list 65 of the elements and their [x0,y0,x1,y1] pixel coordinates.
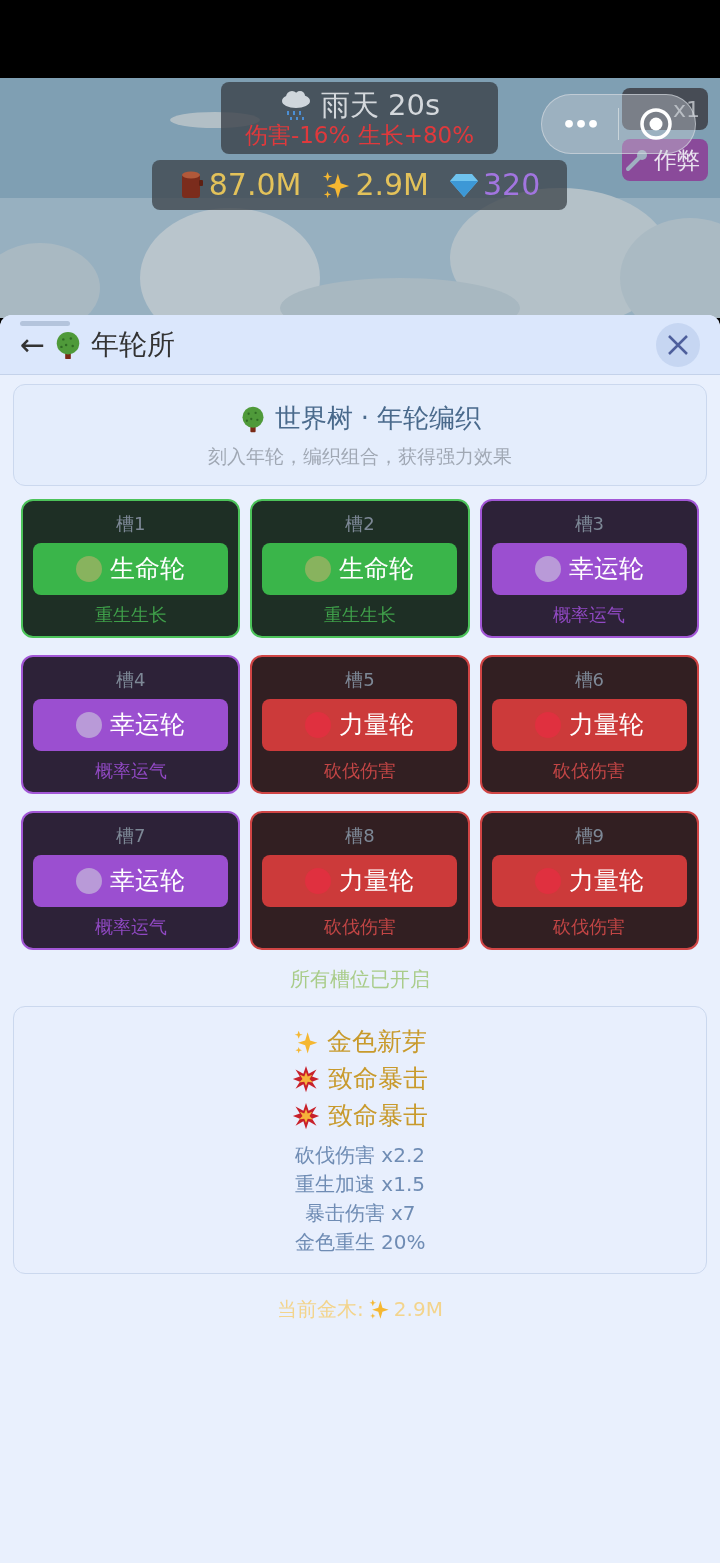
slot-card[interactable]: 槽8 力量轮 砍伐伤害 [250,811,470,950]
combo-name: 金色新芽 [327,1026,427,1059]
slot-effect: 砍伐伤害 [324,759,396,783]
ring-button[interactable]: 力量轮 [491,699,687,751]
slot-label: 槽1 [115,513,146,535]
slot-effect: 重生生长 [94,603,167,627]
stat-line: 砍伐伤害 x2.2 [295,1141,425,1169]
current-currency-label: 当前金木: [277,1296,364,1323]
slot-card[interactable]: 槽9 力量轮 砍伐伤害 [479,811,699,950]
slot-label: 槽7 [115,825,146,847]
ring-button[interactable]: 生命轮 [33,543,229,595]
slot-label: 槽2 [345,513,375,535]
slot-card[interactable]: 槽3 幸运轮 概率运气 [479,499,699,638]
wrench-icon [624,147,650,173]
current-currency-value: 2.9M [393,1296,443,1323]
burst-icon [292,1065,320,1093]
slot-card[interactable]: 槽5 力量轮 砍伐伤害 [250,655,470,794]
slot-effect: 砍伐伤害 [553,759,626,783]
cheat-button[interactable]: 作弊 [622,139,708,181]
stat-line: 暴击伤害 x7 [304,1199,416,1227]
slots-status: 所有槽位已开启 [289,966,431,993]
slot-effect: 概率运气 [94,915,167,939]
slot-label: 槽3 [574,513,605,535]
slot-label: 槽8 [345,825,375,847]
slot-label: 槽5 [345,669,375,691]
ring-button[interactable]: 力量轮 [262,855,458,907]
gem-icon [449,172,479,198]
panel-title: 年轮所 [91,326,176,363]
stat-line: 金色重生 20% [294,1228,426,1256]
slot-effect: 概率运气 [553,603,626,627]
close-button[interactable] [656,322,700,367]
resource-value: 320 [483,168,541,202]
intro-title: 世界树 · 年轮编织 [274,402,482,436]
slot-effect: 重生生长 [324,603,396,627]
slot-card[interactable]: 槽7 幸运轮 概率运气 [21,811,241,950]
ring-button[interactable]: 幸运轮 [33,855,229,907]
slot-label: 槽6 [574,669,605,691]
slot-card[interactable]: 槽1 生命轮 重生生长 [21,499,241,638]
resource-value: 87.0M [208,168,302,202]
back-button[interactable]: ← [20,329,46,360]
ring-button[interactable]: 力量轮 [491,855,687,907]
slot-card[interactable]: 槽4 幸运轮 概率运气 [21,655,241,794]
resource-value: 2.9M [355,168,429,202]
sparkle-icon [367,1298,390,1320]
slot-label: 槽4 [115,669,146,691]
burst-icon [292,1102,320,1130]
combo-name: 致命暴击 [328,1063,428,1096]
ring-button[interactable]: 力量轮 [262,699,458,751]
slot-effect: 砍伐伤害 [324,915,396,939]
slot-card[interactable]: 槽6 力量轮 砍伐伤害 [479,655,699,794]
slot-label: 槽9 [574,825,605,847]
slot-effect: 概率运气 [94,759,167,783]
weather-label: 雨天 20s [320,88,441,122]
weather-effect: 伤害-16% 生长+80% [244,122,475,148]
close-icon [667,333,689,356]
slot-effect: 砍伐伤害 [553,915,626,939]
ring-button[interactable]: 幸运轮 [33,699,229,751]
combo-name: 致命暴击 [328,1100,428,1133]
ring-button[interactable]: 幸运轮 [491,543,687,595]
stat-line: 重生加速 x1.5 [295,1170,425,1198]
record-icon[interactable] [639,107,673,141]
intro-subtitle: 刻入年轮，编织组合，获得强力效果 [208,444,512,470]
ring-button[interactable]: 生命轮 [262,543,458,595]
sparkle-icon [293,1029,319,1055]
slot-card[interactable]: 槽2 生命轮 重生生长 [250,499,470,638]
